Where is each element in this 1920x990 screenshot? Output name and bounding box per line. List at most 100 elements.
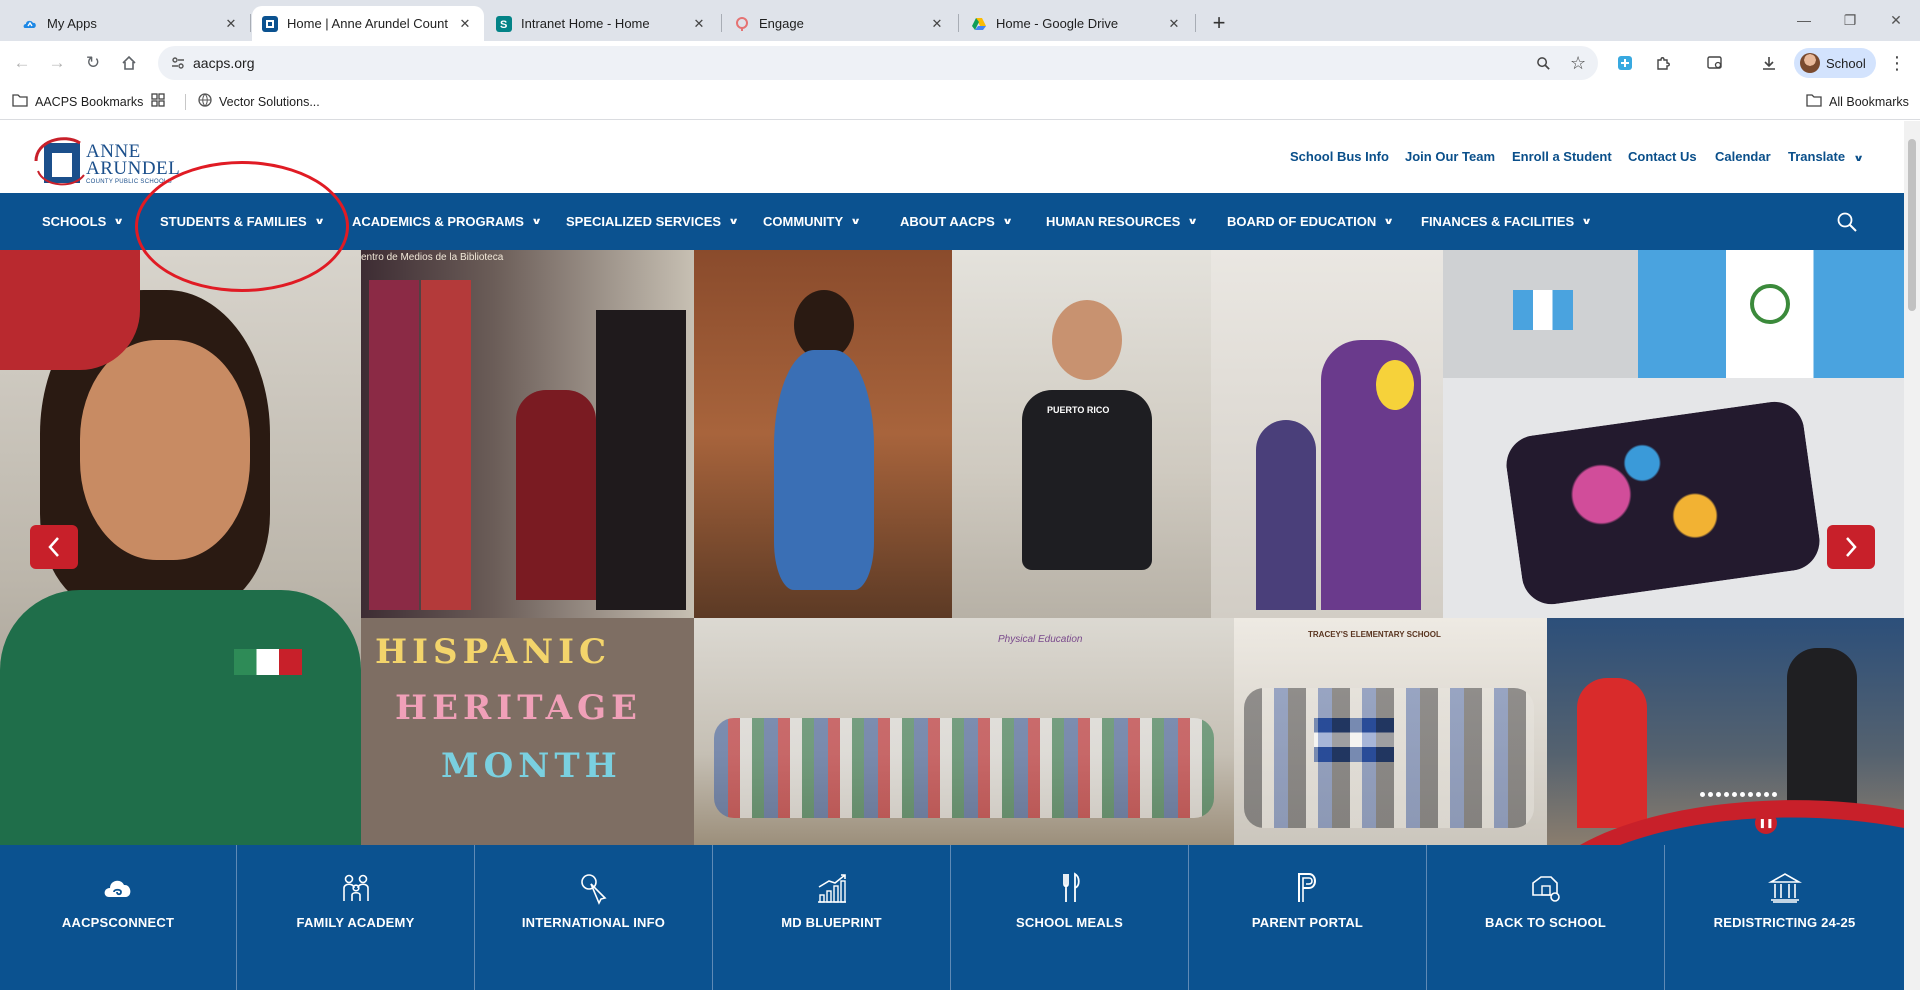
zoom-icon[interactable] <box>1536 56 1551 75</box>
carousel-dot[interactable] <box>1748 792 1753 797</box>
nav-schools[interactable]: SCHOOLS ∨ <box>42 214 124 229</box>
nav-academics-programs[interactable]: ACADEMICS & PROGRAMS ∨ <box>352 214 543 229</box>
my-apps-icon <box>22 16 38 32</box>
home-icon <box>122 55 136 70</box>
puzzle-icon[interactable] <box>1652 52 1674 74</box>
carousel-dot[interactable] <box>1700 792 1705 797</box>
carousel-prev-button[interactable] <box>30 525 78 569</box>
nav-finances-facilities[interactable]: FINANCES & FACILITIES ∨ <box>1421 214 1592 229</box>
chevron-down-icon: ∨ <box>531 216 543 226</box>
carousel-dot[interactable] <box>1740 792 1745 797</box>
utility-link-calendar[interactable]: Calendar <box>1715 149 1771 164</box>
annotation-circle <box>135 161 349 292</box>
bookmark-star-icon[interactable]: ☆ <box>1570 53 1586 74</box>
chevron-down-icon: ∨ <box>1383 216 1395 226</box>
utility-link-contact-us[interactable]: Contact Us <box>1628 149 1697 164</box>
carousel-indicators[interactable] <box>1700 792 1777 797</box>
carousel-dot[interactable] <box>1716 792 1721 797</box>
carousel-dot[interactable] <box>1724 792 1729 797</box>
nav-specialized-services[interactable]: SPECIALIZED SERVICES ∨ <box>566 214 739 229</box>
quick-link-school-meals[interactable]: SCHOOL MEALS <box>951 845 1189 990</box>
hero-photo-flag-group <box>1443 250 1638 378</box>
hero-photo-library: entro de Medios de la Biblioteca <box>361 250 694 618</box>
scrollbar-thumb[interactable] <box>1908 139 1916 311</box>
quick-link-parent-portal[interactable]: PARENT PORTAL <box>1189 845 1427 990</box>
tab-separator <box>958 14 959 32</box>
pointer-icon <box>580 874 607 905</box>
apps-grid-button[interactable] <box>151 93 172 110</box>
nav-human-resources[interactable]: HUMAN RESOURCES ∨ <box>1046 214 1198 229</box>
reload-button[interactable]: ↻ <box>79 49 107 77</box>
quick-link-redistricting[interactable]: REDISTRICTING 24-25 <box>1665 845 1904 990</box>
close-window-button[interactable]: ✕ <box>1873 0 1919 40</box>
close-icon[interactable]: ✕ <box>928 15 946 33</box>
nav-about-aacps[interactable]: ABOUT AACPS ∨ <box>900 214 1013 229</box>
address-bar[interactable]: aacps.org ☆ <box>158 46 1598 80</box>
carousel-dot[interactable] <box>1708 792 1713 797</box>
logo-emblem <box>34 137 85 186</box>
engage-icon <box>734 16 750 32</box>
close-icon[interactable]: ✕ <box>222 15 240 33</box>
hero-photo-banner: HISPANIC HERITAGE MONTH <box>361 618 694 845</box>
profile-button[interactable]: School <box>1794 48 1876 78</box>
banner-word-2: HERITAGE <box>395 688 642 728</box>
url-text[interactable]: aacps.org <box>193 55 254 71</box>
building-icon <box>1767 873 1802 903</box>
quick-link-back-to-school[interactable]: BACK TO SCHOOL <box>1427 845 1665 990</box>
close-icon[interactable]: ✕ <box>1165 15 1183 33</box>
quick-link-aacpsconnect[interactable]: AACPSCONNECT <box>0 845 237 990</box>
carousel-dot[interactable] <box>1772 792 1777 797</box>
nav-community[interactable]: COMMUNITY ∨ <box>763 214 861 229</box>
home-button[interactable] <box>115 49 143 77</box>
search-icon <box>1837 212 1857 232</box>
carousel-next-button[interactable] <box>1827 525 1875 569</box>
bookmark-aacps-folder[interactable]: AACPS Bookmarks <box>12 93 143 110</box>
tab-search-icon[interactable] <box>1704 52 1726 74</box>
quick-link-family-academy[interactable]: FAMILY ACADEMY <box>237 845 475 990</box>
hero-carousel[interactable]: entro de Medios de la Biblioteca HISPANI… <box>0 250 1904 845</box>
tab-separator <box>250 14 251 32</box>
fork-knife-icon <box>1062 872 1080 902</box>
bookmarks-bar: AACPS Bookmarks Vector Solutions... All … <box>0 84 1920 120</box>
tab-separator <box>1195 14 1196 32</box>
bookmark-vector-solutions[interactable]: Vector Solutions... <box>198 93 320 110</box>
carousel-pause-button[interactable]: ❚❚ <box>1755 812 1777 834</box>
back-button[interactable]: ← <box>8 49 36 77</box>
extension-icon[interactable] <box>1614 52 1636 74</box>
quick-link-international-info[interactable]: INTERNATIONAL INFO <box>475 845 713 990</box>
quick-link-md-blueprint[interactable]: MD BLUEPRINT <box>713 845 951 990</box>
sharepoint-icon: S <box>496 15 512 32</box>
utility-link-join-our-team[interactable]: Join Our Team <box>1405 149 1495 164</box>
search-button[interactable] <box>1836 211 1858 233</box>
bookmark-divider <box>185 94 186 110</box>
utility-link-enroll-a-student[interactable]: Enroll a Student <box>1512 149 1612 164</box>
tab-google-drive[interactable]: Home - Google Drive ✕ <box>961 6 1193 41</box>
growth-chart-icon <box>817 874 846 903</box>
aacps-icon <box>262 15 278 32</box>
tab-my-apps[interactable]: My Apps ✕ <box>12 6 250 41</box>
forward-button[interactable]: → <box>43 49 71 77</box>
carousel-dot[interactable] <box>1732 792 1737 797</box>
close-icon[interactable]: ✕ <box>690 15 708 33</box>
grid-icon <box>151 93 165 110</box>
minimize-button[interactable]: — <box>1781 0 1827 40</box>
nav-board-of-education[interactable]: BOARD OF EDUCATION ∨ <box>1227 214 1395 229</box>
new-tab-button[interactable]: + <box>1205 9 1233 37</box>
tab-separator <box>721 14 722 32</box>
all-bookmarks-button[interactable]: All Bookmarks <box>1806 93 1909 110</box>
hero-photo-school-group: TRACEY'S ELEMENTARY SCHOOL <box>1234 618 1547 845</box>
tab-engage[interactable]: Engage ✕ <box>724 6 956 41</box>
more-menu-icon[interactable]: ⋮ <box>1886 52 1908 74</box>
tab-aacps-home[interactable]: Home | Anne Arundel County P ✕ <box>252 6 484 41</box>
utility-link-school-bus-info[interactable]: School Bus Info <box>1290 149 1389 164</box>
site-info-icon[interactable] <box>170 55 186 71</box>
restore-button[interactable]: ❐ <box>1827 0 1873 40</box>
carousel-dot[interactable] <box>1756 792 1761 797</box>
chevron-down-icon: ∨ <box>1852 153 1864 163</box>
close-icon[interactable]: ✕ <box>456 15 474 33</box>
download-icon[interactable] <box>1758 52 1780 74</box>
translate-dropdown[interactable]: Translate ∨ <box>1788 149 1864 164</box>
tab-intranet[interactable]: S Intranet Home - Home ✕ <box>486 6 718 41</box>
library-sign-text: entro de Medios de la Biblioteca <box>361 252 504 263</box>
carousel-dot[interactable] <box>1764 792 1769 797</box>
